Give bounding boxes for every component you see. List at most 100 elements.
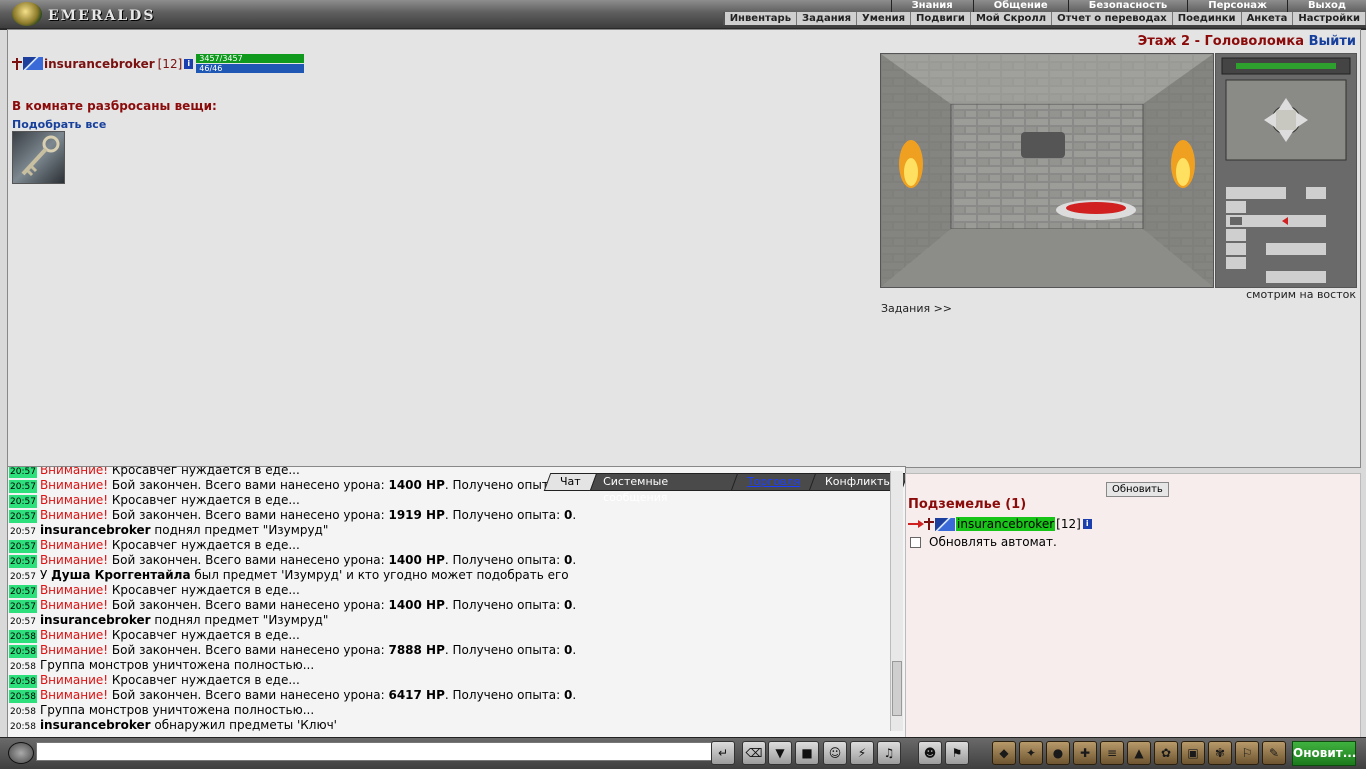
lock-icon[interactable]: ▣ bbox=[1181, 741, 1205, 765]
chat-highlight-text: insurancebroker bbox=[39, 718, 151, 732]
chat-line: 20:57 Внимание! Кросавчег нуждается в еде… bbox=[9, 493, 885, 508]
chat-timestamp: 20:58 bbox=[9, 690, 37, 703]
chat-timestamp: 20:57 bbox=[10, 527, 36, 537]
room-items-title: В комнате разбросаны вещи: bbox=[12, 99, 217, 113]
chat-line: 20:58 Внимание! Бой закончен. Всего вами … bbox=[9, 643, 885, 658]
chat-warning-label: Внимание! bbox=[39, 493, 109, 507]
chat-warning-label: Внимание! bbox=[39, 538, 109, 552]
paw-icon[interactable]: ✾ bbox=[1208, 741, 1232, 765]
chat-highlight-text: 1400 HP bbox=[388, 478, 445, 492]
chat-text: . Получено опыта: bbox=[444, 598, 565, 612]
pickup-all-link[interactable]: Подобрать все bbox=[12, 118, 106, 131]
menu-character[interactable]: Персонаж bbox=[1187, 0, 1287, 12]
flag-icon[interactable]: ⚐ bbox=[1235, 741, 1259, 765]
tasks-link[interactable]: Задания >> bbox=[881, 302, 952, 315]
submenu-my-scroll[interactable]: Мой Скролл bbox=[971, 12, 1053, 25]
chat-warning-label: Внимание! bbox=[39, 583, 109, 597]
chat-menu-icon[interactable] bbox=[8, 742, 34, 764]
send-enter-icon[interactable]: ↵ bbox=[711, 741, 735, 765]
edit-icon[interactable]: ✎ bbox=[1262, 741, 1286, 765]
chat-text: Группа монстров уничтожена полностью... bbox=[39, 658, 315, 672]
submenu-quests[interactable]: Задания bbox=[797, 12, 858, 25]
menu-communication[interactable]: Общение bbox=[972, 0, 1068, 12]
chat-text: Кросавчег нуждается в еде... bbox=[108, 466, 300, 477]
puzzle-icon[interactable]: ✚ bbox=[1073, 741, 1097, 765]
submenu-achievements[interactable]: Подвиги bbox=[911, 12, 971, 25]
chat-scrollbar[interactable] bbox=[890, 471, 903, 731]
chat-input[interactable] bbox=[36, 742, 714, 761]
torch-icon[interactable]: ✦ bbox=[1019, 741, 1043, 765]
filter-icon[interactable]: ▼ bbox=[768, 741, 792, 765]
chat-warning-label: Внимание! bbox=[39, 628, 109, 642]
dungeon-player-row: insurancebroker [12] i bbox=[908, 517, 1092, 531]
chat-warning-label: Внимание! bbox=[39, 688, 109, 702]
exit-link[interactable]: Выйти bbox=[1309, 34, 1356, 49]
chat-text: Бой закончен. Всего вами нанесено урона: bbox=[108, 553, 389, 567]
chat-timestamp: 20:57 bbox=[9, 585, 37, 598]
chat-warning-label: Внимание! bbox=[39, 553, 109, 567]
submenu-profile[interactable]: Анкета bbox=[1242, 12, 1294, 25]
speed-icon[interactable]: ⚡ bbox=[850, 741, 874, 765]
helmet-icon[interactable]: ▲ bbox=[1127, 741, 1151, 765]
refresh-main-button[interactable]: Оновит... bbox=[1292, 741, 1356, 766]
emote-icon[interactable]: ☺ bbox=[823, 741, 847, 765]
chat-line: 20:57 Внимание! Кросавчег нуждается в еде… bbox=[9, 583, 885, 598]
dungeon-panel: Обновить Подземелье (1) insurancebroker … bbox=[905, 473, 1361, 738]
key-item-icon[interactable] bbox=[12, 131, 65, 184]
chat-line: 20:58 Внимание! Бой закончен. Всего вами … bbox=[9, 688, 885, 703]
scroll-icon[interactable]: ≡ bbox=[1100, 741, 1124, 765]
chat-timestamp: 20:58 bbox=[9, 675, 37, 688]
menu-knowledge[interactable]: Знания bbox=[890, 0, 973, 12]
tab-system-messages[interactable]: Системные сообщения bbox=[589, 473, 739, 504]
menu-security[interactable]: Безопасность bbox=[1067, 0, 1188, 12]
info-icon[interactable]: i bbox=[1082, 519, 1092, 529]
player-name[interactable]: insurancebroker bbox=[44, 57, 155, 71]
pet-icon[interactable]: ✿ bbox=[1154, 741, 1178, 765]
chat-text: . Получено опыта: bbox=[444, 643, 565, 657]
auto-refresh-row: Обновлять автомат. bbox=[910, 535, 1057, 549]
chat-log: 20:57 Внимание! Кросавчег нуждается в еде… bbox=[9, 466, 885, 733]
chat-text: . Получено опыта: bbox=[444, 688, 565, 702]
chat-line: 20:57 Внимание! Бой закончен. Всего вами … bbox=[9, 508, 885, 523]
submenu-transfer-report[interactable]: Отчет о переводах bbox=[1052, 12, 1173, 25]
money-bag-icon[interactable]: ● bbox=[1046, 741, 1070, 765]
chat-text: Бой закончен. Всего вами нанесено урона: bbox=[108, 598, 389, 612]
chat-text: Бой закончен. Всего вами нанесено урона: bbox=[108, 478, 389, 492]
chat-text: поднял предмет "Изумруд" bbox=[150, 523, 329, 537]
bottom-toolbar: ↵ ⌫ ▼ ■ ☺ ⚡ ♫ ☻ ⚑ ◆ ✦ ● ✚ ≡ ▲ ✿ ▣ ✾ ⚐ ✎ … bbox=[0, 737, 1366, 769]
chat-line: 20:58 Внимание! Кросавчег нуждается в еде… bbox=[9, 673, 885, 688]
chat-text: Кросавчег нуждается в еде... bbox=[108, 628, 300, 642]
auto-refresh-checkbox[interactable] bbox=[910, 536, 921, 548]
submenu-skills[interactable]: Умения bbox=[857, 12, 912, 25]
logo-emblem-icon bbox=[12, 2, 42, 26]
chat-text: поднял предмет "Изумруд" bbox=[150, 613, 329, 627]
chat-highlight-text: 6417 HP bbox=[388, 688, 445, 702]
tab-chat[interactable]: Чат bbox=[543, 473, 597, 491]
dungeon-player-name[interactable]: insurancebroker bbox=[956, 517, 1056, 531]
chat-line: 20:57 У Душа Кроггентайла был предмет 'Из… bbox=[9, 568, 885, 583]
chat-timestamp: 20:57 bbox=[10, 617, 36, 627]
chat-timestamp: 20:58 bbox=[9, 630, 37, 643]
chat-text: Бой закончен. Всего вами нанесено урона: bbox=[108, 508, 389, 522]
submenu-duels[interactable]: Поединки bbox=[1173, 12, 1242, 25]
smiley-icon[interactable]: ☻ bbox=[918, 741, 942, 765]
chat-scrollbar-thumb[interactable] bbox=[892, 661, 902, 716]
chat-line: 20:57 insurancebroker поднял предмет "Изу… bbox=[9, 613, 885, 628]
navigation-panel bbox=[1215, 53, 1357, 288]
menu-exit[interactable]: Выход bbox=[1286, 0, 1366, 12]
submenu-settings[interactable]: Настройки bbox=[1293, 12, 1366, 25]
cross-icon bbox=[12, 57, 22, 70]
eraser-icon[interactable]: ⌫ bbox=[742, 741, 766, 765]
save-icon[interactable]: ■ bbox=[795, 741, 819, 765]
player-level: [12] bbox=[157, 56, 183, 71]
sound-icon[interactable]: ♫ bbox=[877, 741, 901, 765]
chat-warning-label: Внимание! bbox=[39, 508, 109, 522]
submenu-inventory[interactable]: Инвентарь bbox=[725, 12, 798, 25]
tab-trade[interactable]: Торговля bbox=[730, 473, 817, 491]
info-icon[interactable]: i bbox=[184, 58, 194, 69]
chat-warning-label: Внимание! bbox=[39, 598, 109, 612]
dungeon-view[interactable] bbox=[880, 53, 1214, 288]
bag-icon[interactable]: ◆ bbox=[992, 741, 1016, 765]
team-icon[interactable]: ⚑ bbox=[945, 741, 969, 765]
refresh-button[interactable]: Обновить bbox=[1106, 482, 1169, 497]
